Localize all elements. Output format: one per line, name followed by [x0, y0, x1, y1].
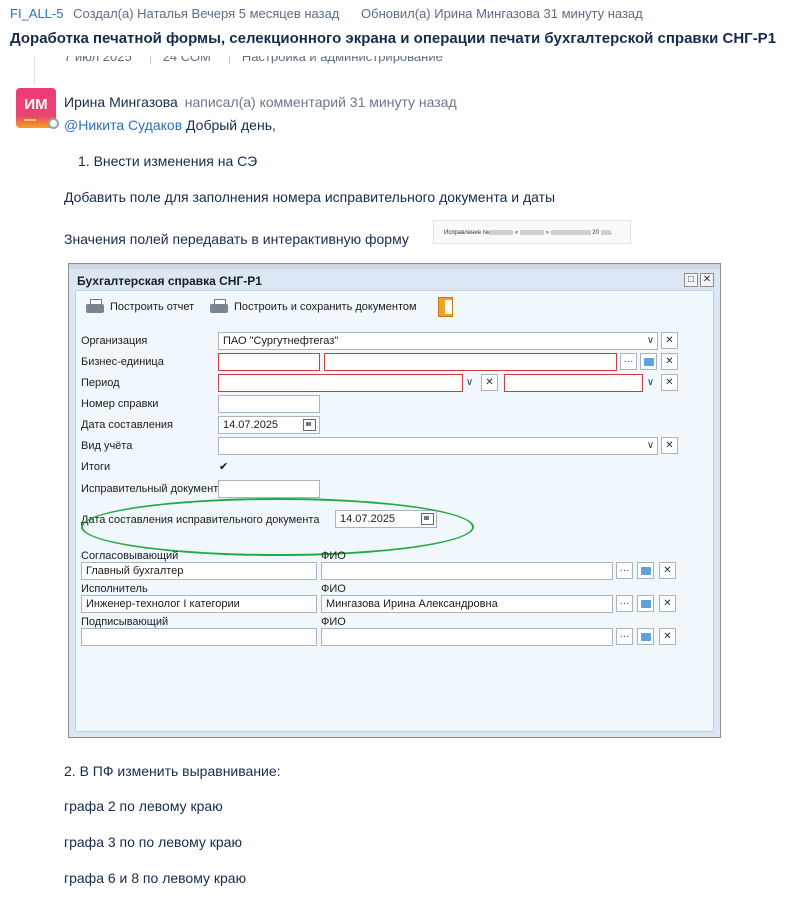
signer-position-field[interactable] [81, 628, 317, 646]
avatar-decoration [24, 119, 36, 121]
corr-doc-label: Исправительный документ [81, 483, 219, 495]
paragraph-col68: графа 6 и 8 по левому краю [64, 870, 247, 886]
approver-fio-label: ФИО [321, 550, 346, 562]
bu-code-field[interactable] [218, 353, 320, 371]
totals-label: Итоги [81, 461, 111, 473]
approver-fio-field[interactable] [321, 562, 613, 580]
avatar[interactable]: ИМ [16, 88, 59, 129]
list-item-1: 1. Внести изменения на СЭ [78, 153, 258, 169]
chevron-down-icon[interactable]: ∨ [642, 375, 659, 392]
executor-fio-label: ФИО [321, 583, 346, 595]
thread-connector [34, 56, 35, 86]
comment-author[interactable]: Ирина Мингазова [64, 94, 178, 110]
clear-icon[interactable]: ✕ [661, 353, 678, 370]
org-label: Организация [81, 335, 148, 347]
paragraph-pass-values: Значения полей передавать в интерактивну… [64, 231, 409, 247]
window-top-strip [69, 264, 720, 269]
totals-checkbox[interactable]: ✔ [219, 461, 232, 474]
folder-icon[interactable] [640, 353, 657, 370]
period-from-field[interactable] [218, 374, 463, 392]
issue-meta: FI_ALL-5 Создал(а) Наталья Вечеря 5 меся… [10, 6, 643, 21]
build-save-label: Построить и сохранить документом [234, 300, 417, 313]
build-save-button[interactable]: Построить и сохранить документом [210, 299, 417, 315]
org-field[interactable]: ПАО "Сургутнефтегаз" [218, 332, 658, 350]
corr-doc-field[interactable] [218, 480, 320, 498]
greeting-text: Добрый день, [186, 117, 276, 133]
comment-header: Ирина Мингазова написал(а) комментарий 3… [64, 94, 457, 110]
build-report-label: Построить отчет [110, 300, 195, 313]
folder-icon[interactable] [637, 562, 654, 579]
exit-door-icon[interactable] [438, 297, 453, 317]
list-item-2: 2. В ПФ изменить выравнивание: [64, 763, 281, 779]
embedded-screenshot-window[interactable]: Бухгалтерская справка СНГ-Р1 □ ✕ Построи… [68, 263, 721, 738]
avatar-initials: ИМ [24, 96, 48, 113]
build-report-button[interactable]: Построить отчет [86, 299, 194, 315]
clear-icon[interactable]: ✕ [481, 374, 498, 391]
clear-icon[interactable]: ✕ [661, 437, 678, 454]
bu-label: Бизнес-единица [81, 356, 164, 368]
comment-action: написал(а) комментарий 31 минуту назад [184, 94, 457, 110]
folder-icon[interactable] [637, 595, 654, 612]
signer-fio-label: ФИО [321, 616, 346, 628]
printer-icon [86, 299, 104, 315]
paragraph-col3: графа 3 по по левому краю [64, 834, 242, 850]
paragraph-col2: графа 2 по левому краю [64, 798, 223, 814]
mention-link[interactable]: @Никита Судаков [64, 117, 182, 133]
updated-info: Обновил(а) Ирина Мингазова 31 минуту наз… [361, 6, 643, 21]
status-badge-icon [48, 118, 59, 129]
thumb-text: Исправление № [444, 230, 490, 237]
clear-icon[interactable]: ✕ [661, 332, 678, 349]
chevron-down-icon[interactable]: ∨ [642, 438, 659, 455]
comment-greeting-line: @Никита Судаков Добрый день, [64, 117, 276, 133]
more-icon[interactable]: ··· [616, 628, 633, 645]
clear-icon[interactable]: ✕ [659, 562, 676, 579]
clear-icon[interactable]: ✕ [661, 374, 678, 391]
folder-icon[interactable] [637, 628, 654, 645]
close-icon[interactable]: ✕ [700, 273, 714, 287]
issue-title: Доработка печатной формы, селекционного … [10, 30, 777, 47]
calendar-icon[interactable] [303, 419, 316, 431]
inline-image-thumbnail[interactable]: Исправление № « » 20 . [433, 220, 631, 244]
period-to-field[interactable] [504, 374, 643, 392]
signer-fio-field[interactable] [321, 628, 613, 646]
maximize-icon[interactable]: □ [684, 273, 698, 287]
chevron-down-icon[interactable]: ∨ [461, 375, 478, 392]
bu-name-field[interactable] [324, 353, 617, 371]
executor-fio-field[interactable]: Мингазова Ирина Александровна [321, 595, 613, 613]
chevron-down-icon[interactable]: ∨ [642, 333, 659, 350]
acc-type-field[interactable] [218, 437, 658, 455]
approver-label: Согласовывающий [81, 550, 179, 562]
ref-no-field[interactable] [218, 395, 320, 413]
signer-label: Подписывающий [81, 616, 169, 628]
executor-label: Исполнитель [81, 583, 148, 595]
paragraph-add-field: Добавить поле для заполнения номера испр… [64, 189, 556, 205]
highlight-oval [81, 498, 474, 556]
issue-header: FI_ALL-5 Создал(а) Наталья Вечеря 5 меся… [0, 0, 808, 56]
window-title: Бухгалтерская справка СНГ-Р1 [77, 274, 262, 288]
date-label: Дата составления [81, 419, 173, 431]
period-label: Период [81, 377, 120, 389]
thumb-year: 20 [592, 230, 599, 237]
clear-icon[interactable]: ✕ [659, 628, 676, 645]
issue-key-link[interactable]: FI_ALL-5 [10, 6, 63, 21]
window-body: Построить отчет Построить и сохранить до… [75, 290, 714, 732]
executor-position-field[interactable]: Инженер-технолог I категории [81, 595, 317, 613]
more-icon[interactable]: ··· [616, 595, 633, 612]
approver-position-field[interactable]: Главный бухгалтер [81, 562, 317, 580]
clear-icon[interactable]: ✕ [659, 595, 676, 612]
printer-icon [210, 299, 228, 315]
more-icon[interactable]: ··· [616, 562, 633, 579]
more-icon[interactable]: ··· [620, 353, 637, 370]
ref-no-label: Номер справки [81, 398, 159, 410]
acc-type-label: Вид учёта [81, 440, 133, 452]
created-info: Создал(а) Наталья Вечеря 5 месяцев назад [73, 6, 340, 21]
